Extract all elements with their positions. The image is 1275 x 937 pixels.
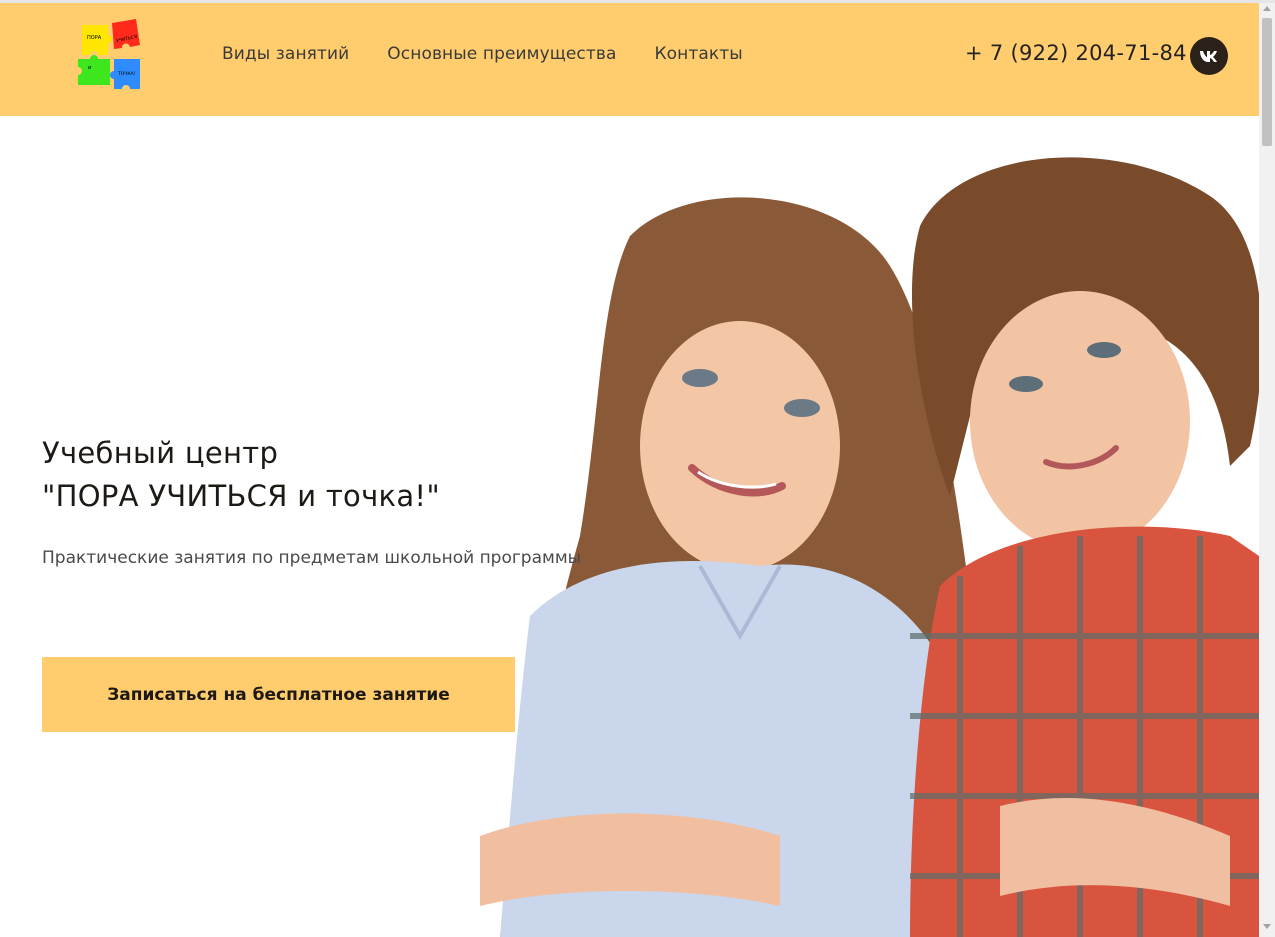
free-lesson-signup-button[interactable]: Записаться на бесплатное занятие	[42, 657, 515, 732]
hero-children-photo	[440, 116, 1259, 937]
scroll-up-arrow-icon[interactable]	[1263, 6, 1271, 11]
nav-link-contacts[interactable]: Контакты	[655, 44, 743, 64]
hero-title: Учебный центр "ПОРА УЧИТЬСЯ и точка!"	[42, 432, 440, 518]
scroll-down-arrow-icon[interactable]	[1263, 924, 1271, 929]
svg-text:ПОРА: ПОРА	[87, 35, 102, 41]
phone-number[interactable]: + 7 (922) 204-71-84	[965, 41, 1187, 65]
main-nav: Виды занятий Основные преимущества Конта…	[222, 44, 781, 64]
hero-title-line2: "ПОРА УЧИТЬСЯ и точка!"	[42, 479, 440, 513]
logo[interactable]: ПОРА УЧИТЬСЯ и ТОЧКА!	[74, 17, 146, 99]
scrollbar-thumb[interactable]	[1262, 18, 1272, 146]
nav-link-advantages[interactable]: Основные преимущества	[387, 44, 616, 64]
site-header: ПОРА УЧИТЬСЯ и ТОЧКА! Виды занятий Основ…	[0, 3, 1259, 116]
svg-text:ТОЧКА!: ТОЧКА!	[117, 71, 136, 77]
svg-text:и: и	[88, 65, 91, 71]
hero-title-line1: Учебный центр	[42, 436, 279, 470]
nav-link-lesson-types[interactable]: Виды занятий	[222, 44, 349, 64]
vk-icon[interactable]	[1190, 37, 1228, 75]
hero-subtitle: Практические занятия по предметам школьн…	[42, 548, 582, 568]
